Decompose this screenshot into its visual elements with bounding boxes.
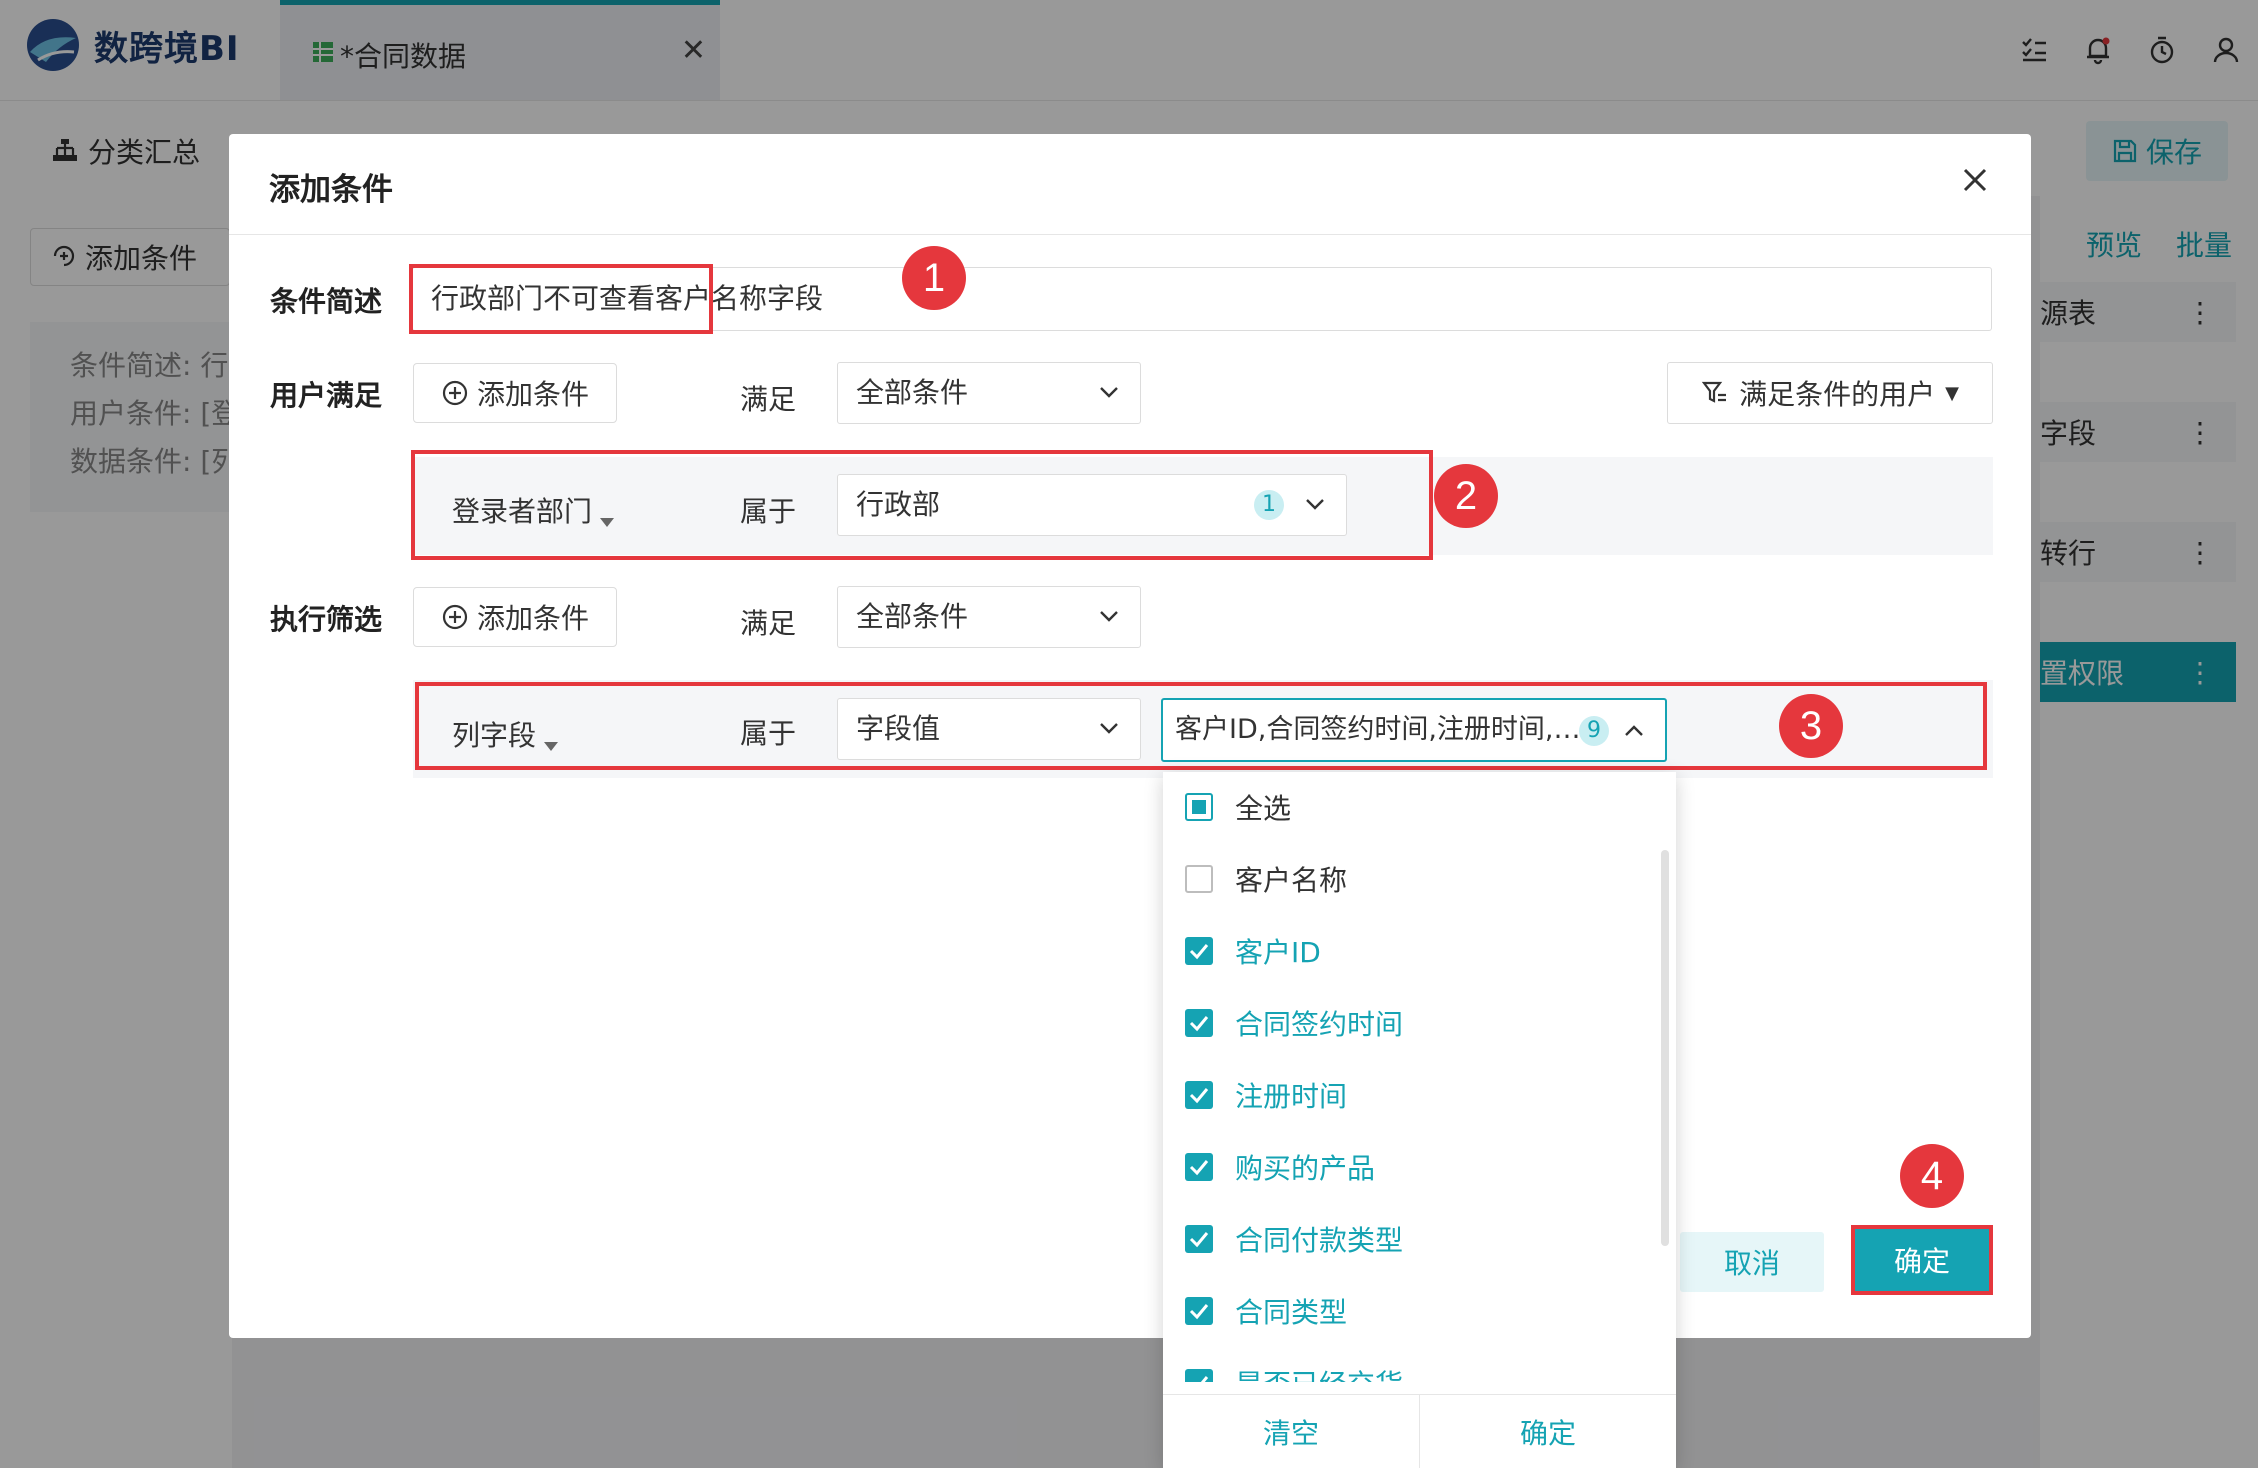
dropdown-scrollbar[interactable] [1661, 850, 1669, 1246]
add-condition-dialog: 添加条件 条件简述 行政部门不可查看客户名称字段 用户满足 添加条件 满足 全部… [229, 134, 2031, 1338]
user-condition-label: 用户满足 [270, 379, 383, 412]
list-item[interactable]: 客户ID [1185, 926, 1321, 976]
satisfy-label: 满足 [740, 383, 797, 416]
dialog-divider [229, 234, 2031, 235]
highlight-box-2 [411, 450, 1433, 560]
checkbox-checked-icon[interactable] [1185, 1009, 1213, 1037]
filter-match-select[interactable]: 全部条件 [837, 586, 1141, 648]
description-label: 条件简述 [270, 285, 383, 318]
step-marker-4: 4 [1900, 1144, 1964, 1208]
add-filter-condition-button[interactable]: 添加条件 [413, 587, 617, 647]
matching-users-button[interactable]: 满足条件的用户 ▼ [1667, 362, 1993, 424]
checkbox-checked-icon[interactable] [1185, 1297, 1213, 1325]
plus-circle-icon [442, 380, 468, 406]
chevron-down-icon [1100, 387, 1118, 398]
field-values-dropdown: 全选 客户名称 客户ID 合同签约时间 注册时间 购买的产品 合同付款类型 合同… [1163, 772, 1676, 1468]
step-marker-3: 3 [1779, 694, 1843, 758]
select-all-item[interactable]: 全选 [1185, 782, 1291, 832]
item-label: 客户ID [1235, 936, 1321, 969]
caret-down-icon: ▼ [1945, 382, 1959, 404]
close-icon[interactable] [1955, 160, 1995, 200]
item-label: 注册时间 [1235, 1080, 1348, 1113]
add-user-condition-label: 添加条件 [476, 378, 589, 411]
highlight-box-4 [1851, 1225, 1993, 1295]
checkbox-partial-icon[interactable] [1185, 793, 1213, 821]
checkbox-checked-icon[interactable] [1185, 1081, 1213, 1109]
list-item[interactable]: 合同付款类型 [1185, 1214, 1403, 1264]
user-match-select[interactable]: 全部条件 [837, 362, 1141, 424]
satisfy-label: 满足 [740, 607, 797, 640]
item-label: 购买的产品 [1235, 1152, 1376, 1185]
item-label: 合同类型 [1235, 1296, 1348, 1329]
filter-user-icon [1701, 381, 1727, 403]
step-marker-1: 1 [902, 246, 966, 310]
checkbox-checked-icon[interactable] [1185, 1369, 1213, 1382]
user-match-value: 全部条件 [856, 376, 969, 409]
highlight-box-3 [415, 682, 1987, 770]
dropdown-footer: 清空 确定 [1163, 1394, 1676, 1468]
field-values-list: 全选 客户名称 客户ID 合同签约时间 注册时间 购买的产品 合同付款类型 合同… [1163, 772, 1676, 1382]
dropdown-confirm-button[interactable]: 确定 [1420, 1395, 1676, 1468]
item-label: 合同付款类型 [1235, 1224, 1404, 1257]
checkbox-checked-icon[interactable] [1185, 1225, 1213, 1253]
dialog-title: 添加条件 [269, 172, 393, 208]
list-item[interactable]: 购买的产品 [1185, 1142, 1375, 1192]
matching-users-label: 满足条件的用户 [1739, 378, 1936, 411]
item-label: 客户名称 [1235, 864, 1348, 897]
list-item[interactable]: 注册时间 [1185, 1070, 1347, 1120]
checkbox-unchecked-icon[interactable] [1185, 865, 1213, 893]
cancel-button[interactable]: 取消 [1680, 1232, 1824, 1292]
step-marker-2: 2 [1434, 464, 1498, 528]
add-user-condition-button[interactable]: 添加条件 [413, 363, 617, 423]
plus-circle-icon [442, 604, 468, 630]
checkbox-checked-icon[interactable] [1185, 1153, 1213, 1181]
item-label: 合同签约时间 [1235, 1008, 1404, 1041]
checkbox-checked-icon[interactable] [1185, 937, 1213, 965]
chevron-down-icon [1100, 611, 1118, 622]
filter-label: 执行筛选 [270, 603, 383, 636]
list-item[interactable]: 合同类型 [1185, 1286, 1347, 1336]
add-filter-condition-label: 添加条件 [476, 602, 589, 635]
highlight-box-1 [409, 264, 713, 334]
item-label: 是否已经交货 [1235, 1363, 1403, 1382]
list-item[interactable]: 合同签约时间 [1185, 998, 1403, 1048]
list-item[interactable]: 是否已经交货 [1185, 1358, 1403, 1382]
clear-button[interactable]: 清空 [1163, 1395, 1420, 1468]
filter-match-value: 全部条件 [856, 600, 969, 633]
list-item[interactable]: 客户名称 [1185, 854, 1347, 904]
item-label: 全选 [1235, 792, 1292, 825]
